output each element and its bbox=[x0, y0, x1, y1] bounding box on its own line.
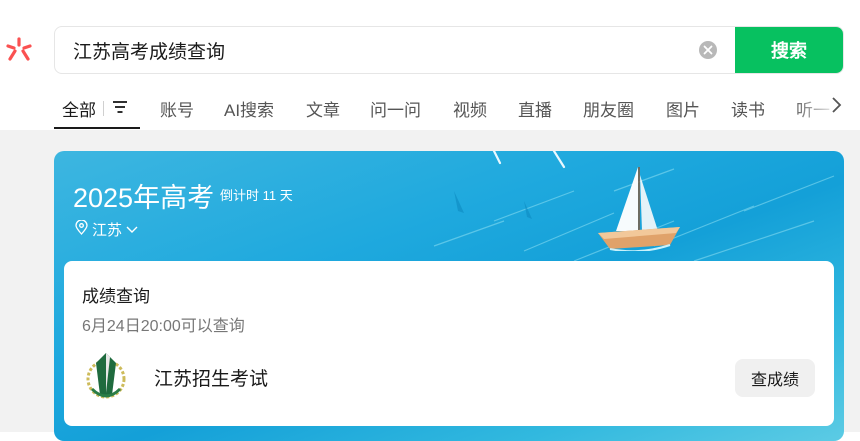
org-logo-icon[interactable] bbox=[84, 349, 128, 405]
tab-all[interactable]: 全部 bbox=[62, 96, 96, 121]
chevron-right-icon[interactable] bbox=[830, 96, 842, 119]
tab-article[interactable]: 文章 bbox=[306, 96, 340, 121]
search-input[interactable] bbox=[73, 27, 673, 73]
query-time-text: 6月24日20:00可以查询 bbox=[82, 318, 245, 335]
location-icon bbox=[75, 219, 88, 239]
region-label: 江苏 bbox=[92, 222, 123, 239]
filter-icon[interactable] bbox=[112, 100, 128, 119]
search-button[interactable]: 搜索 bbox=[735, 27, 843, 73]
region-selector[interactable]: 江苏 bbox=[75, 219, 138, 240]
tab-fade bbox=[790, 80, 860, 130]
chevron-down-icon bbox=[126, 221, 138, 238]
check-score-button[interactable]: 查成绩 bbox=[735, 359, 815, 397]
search-box: 搜索 bbox=[54, 26, 844, 74]
tab-video[interactable]: 视频 bbox=[453, 96, 487, 121]
countdown-text: 倒计时 11 天 bbox=[220, 188, 293, 203]
clear-icon[interactable] bbox=[699, 41, 717, 59]
logo-icon[interactable] bbox=[6, 37, 32, 63]
tab-books[interactable]: 读书 bbox=[731, 96, 765, 121]
boat-icon bbox=[598, 167, 680, 251]
active-tab-underline bbox=[54, 127, 140, 129]
card-title: 2025年高考 bbox=[73, 183, 215, 213]
search-header: 搜索 bbox=[0, 0, 860, 80]
tab-images[interactable]: 图片 bbox=[666, 96, 700, 121]
search-tabs: 全部 账号 AI搜索 文章 问一问 视频 直播 朋友圈 图片 读书 听一 bbox=[0, 80, 860, 130]
tab-ask[interactable]: 问一问 bbox=[370, 96, 421, 121]
section-title: 成绩查询 bbox=[82, 287, 150, 306]
gaokao-card: 2025年高考 倒计时 11 天 江苏 成绩查询 6月24日20:00可以查询 bbox=[54, 151, 844, 441]
tab-account[interactable]: 账号 bbox=[160, 96, 194, 121]
tab-live[interactable]: 直播 bbox=[518, 96, 552, 121]
tab-divider bbox=[103, 101, 104, 116]
tab-ai-search[interactable]: AI搜索 bbox=[224, 96, 274, 121]
tab-moments[interactable]: 朋友圈 bbox=[583, 96, 634, 121]
org-name[interactable]: 江苏招生考试 bbox=[154, 364, 268, 391]
score-query-panel: 成绩查询 6月24日20:00可以查询 江苏招生考试 查成绩 bbox=[64, 261, 834, 426]
